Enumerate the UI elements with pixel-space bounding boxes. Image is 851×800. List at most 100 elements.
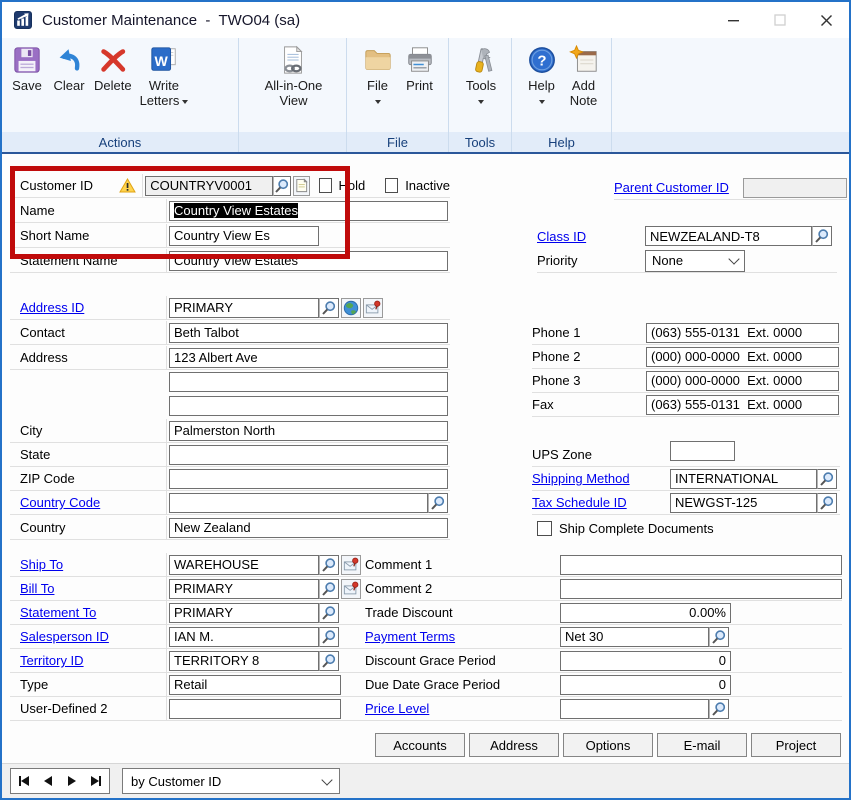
email-button[interactable]: E-mail (657, 733, 747, 757)
statement-to-lookup-button[interactable] (319, 603, 339, 623)
write-letter-button[interactable] (363, 298, 383, 318)
short-name-field[interactable]: Country View Es (169, 226, 319, 246)
ship-complete-checkbox[interactable] (537, 521, 552, 536)
shipping-method-link[interactable]: Shipping Method (532, 471, 668, 486)
write-letters-button[interactable]: W Write Letters (136, 42, 193, 108)
priority-combobox[interactable]: None (645, 250, 745, 272)
phone2-field[interactable]: (000) 000-0000 Ext. 0000 (646, 347, 839, 367)
address-id-link[interactable]: Address ID (20, 300, 84, 315)
print-button[interactable]: Print (399, 42, 441, 93)
tools-button[interactable]: Tools (460, 42, 502, 108)
accounts-button[interactable]: Accounts (375, 733, 465, 757)
delete-button[interactable]: Delete (90, 42, 136, 93)
parent-customer-id-link[interactable]: Parent Customer ID (614, 180, 729, 195)
class-id-link[interactable]: Class ID (537, 229, 643, 244)
sort-by-combobox[interactable]: by Customer ID (122, 768, 340, 794)
bill-to-field[interactable]: PRIMARY (169, 579, 319, 599)
address-id-lookup-button[interactable] (319, 298, 339, 318)
territory-lookup-button[interactable] (319, 651, 339, 671)
payment-terms-field[interactable]: Net 30 (560, 627, 709, 647)
salesperson-field[interactable]: IAN M. (169, 627, 319, 647)
address-line1-field[interactable]: 123 Albert Ave (169, 348, 448, 368)
payment-terms-link[interactable]: Payment Terms (365, 629, 558, 644)
first-record-button[interactable] (18, 776, 30, 786)
territory-field[interactable]: TERRITORY 8 (169, 651, 319, 671)
bill-to-lookup-button[interactable] (319, 579, 339, 599)
phone3-field[interactable]: (000) 000-0000 Ext. 0000 (646, 371, 839, 391)
add-note-button[interactable]: Add Note (563, 42, 605, 108)
type-field[interactable]: Retail (169, 675, 341, 695)
comment1-field[interactable] (560, 555, 842, 575)
salesperson-lookup-button[interactable] (319, 627, 339, 647)
contact-field[interactable]: Beth Talbot (169, 323, 448, 343)
user-defined2-field[interactable] (169, 699, 341, 719)
priority-row: Priority None (537, 249, 837, 273)
phone1-field[interactable]: (063) 555-0131 Ext. 0000 (646, 323, 839, 343)
country-code-field[interactable] (169, 493, 428, 513)
discount-grace-field[interactable]: 0 (560, 651, 731, 671)
save-button[interactable]: Save (6, 42, 48, 93)
options-button[interactable]: Options (563, 733, 653, 757)
maximize-button[interactable] (757, 2, 803, 38)
ship-to-letter-button[interactable] (341, 555, 361, 575)
state-field[interactable] (169, 445, 448, 465)
next-record-button[interactable] (67, 776, 77, 786)
country-field[interactable]: New Zealand (169, 518, 448, 538)
shipping-method-field[interactable]: INTERNATIONAL (670, 469, 817, 489)
ship-to-lookup-button[interactable] (319, 555, 339, 575)
all-in-one-view-button[interactable]: All-in-One View (261, 42, 327, 108)
parent-customer-id-field[interactable] (743, 178, 847, 198)
ups-zone-field[interactable] (670, 441, 735, 461)
zip-code-field[interactable] (169, 469, 448, 489)
clear-button[interactable]: Clear (48, 42, 90, 93)
country-code-link[interactable]: Country Code (20, 495, 100, 510)
city-field[interactable]: Palmerston North (169, 421, 448, 441)
bill-to-letter-button[interactable] (341, 579, 361, 599)
bill-to-link[interactable]: Bill To (20, 581, 54, 596)
map-button[interactable] (341, 298, 361, 318)
shipping-method-lookup-button[interactable] (817, 469, 837, 489)
territory-link[interactable]: Territory ID (20, 653, 84, 668)
customer-id-lookup-button[interactable] (273, 176, 291, 196)
salesperson-link[interactable]: Salesperson ID (20, 629, 109, 644)
previous-record-button[interactable] (43, 776, 53, 786)
tax-schedule-link[interactable]: Tax Schedule ID (532, 495, 668, 510)
price-level-lookup-button[interactable] (709, 699, 729, 719)
country-label: Country (20, 520, 66, 535)
price-level-field[interactable] (560, 699, 709, 719)
class-id-lookup-button[interactable] (812, 226, 832, 246)
fax-field[interactable]: (063) 555-0131 Ext. 0000 (646, 395, 839, 415)
file-button[interactable]: File (357, 42, 399, 108)
tax-schedule-field[interactable]: NEWGST-125 (670, 493, 817, 513)
ship-to-field[interactable]: WAREHOUSE (169, 555, 319, 575)
project-button[interactable]: Project (751, 733, 841, 757)
address-line2-field[interactable] (169, 372, 448, 392)
comment2-field[interactable] (560, 579, 842, 599)
tax-schedule-lookup-button[interactable] (817, 493, 837, 513)
type-label: Type (20, 677, 48, 692)
address-line3-field[interactable] (169, 396, 448, 416)
due-date-grace-field[interactable]: 0 (560, 675, 731, 695)
ship-to-link[interactable]: Ship To (20, 557, 63, 572)
customer-note-button[interactable] (293, 176, 310, 196)
inactive-checkbox[interactable] (385, 178, 398, 193)
last-record-button[interactable] (90, 776, 102, 786)
address-button[interactable]: Address (469, 733, 559, 757)
lookup-magnifier-icon (819, 495, 835, 511)
hold-checkbox[interactable] (319, 178, 332, 193)
statement-to-field[interactable]: PRIMARY (169, 603, 319, 623)
minimize-button[interactable] (711, 2, 757, 38)
country-code-lookup-button[interactable] (428, 493, 448, 513)
address-id-field[interactable]: PRIMARY (169, 298, 319, 318)
close-button[interactable] (803, 2, 849, 38)
name-field[interactable]: Country View Estates (169, 201, 448, 221)
payment-terms-lookup-button[interactable] (709, 627, 729, 647)
statement-to-link[interactable]: Statement To (20, 605, 96, 620)
ribbon-group-label-actions: Actions (2, 132, 238, 152)
help-button[interactable]: ? Help (521, 42, 563, 108)
price-level-link[interactable]: Price Level (365, 701, 558, 716)
class-id-field[interactable]: NEWZEALAND-T8 (645, 226, 812, 246)
customer-id-field[interactable]: COUNTRYV0001 (145, 176, 272, 196)
statement-name-field[interactable]: Country View Estates (169, 251, 448, 271)
trade-discount-field[interactable]: 0.00% (560, 603, 731, 623)
